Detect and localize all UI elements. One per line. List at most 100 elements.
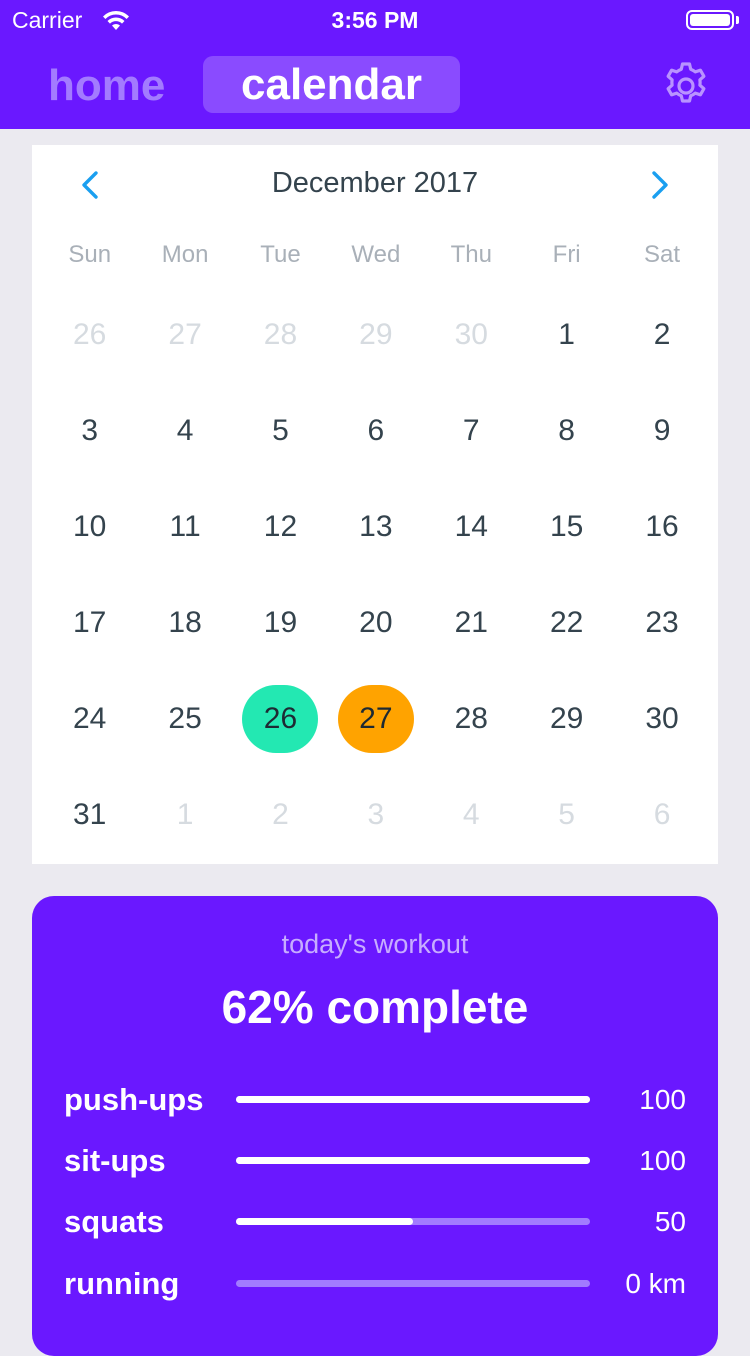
calendar-day[interactable]: 9 [614,383,709,479]
tab-home[interactable]: home [48,58,165,114]
calendar-day[interactable]: 10 [42,479,137,575]
exercise-row: running 0 km [32,1264,718,1304]
calendar-week: 24 25 26 27 28 29 30 [42,671,710,767]
calendar-day[interactable]: 17 [42,575,137,671]
calendar-day[interactable]: 5 [233,383,328,479]
calendar-day-outside[interactable]: 4 [424,767,519,863]
calendar-day-outside[interactable]: 5 [519,767,614,863]
weekday-label: Sat [644,241,681,268]
calendar-day[interactable]: 6 [328,383,423,479]
calendar-day-selected[interactable]: 26 [233,671,328,767]
calendar-week: 3 4 5 6 7 8 9 [42,383,710,479]
calendar-day-outside[interactable]: 28 [233,287,328,383]
day-number: 29 [549,702,584,735]
workout-status: 62% complete [221,981,529,1033]
progress-track [236,1096,590,1103]
calendar-day-outside[interactable]: 26 [42,287,137,383]
day-number: 26 [73,318,107,351]
day-number: 13 [359,510,393,543]
day-number: 23 [645,606,679,639]
day-number: 18 [168,606,202,639]
calendar-day-selected[interactable]: 27 [328,671,423,767]
day-number: 26 [242,685,319,753]
day-number: 31 [73,798,107,831]
calendar-day[interactable]: 29 [519,671,614,767]
day-number: 24 [73,702,107,735]
calendar-day[interactable]: 23 [614,575,709,671]
gear-icon[interactable] [660,60,712,112]
day-number: 5 [558,798,575,831]
day-number: 8 [558,414,575,447]
calendar-day[interactable]: 24 [42,671,137,767]
calendar-day[interactable]: 1 [519,287,614,383]
status-time: 3:56 PM [331,7,419,33]
calendar-day[interactable]: 3 [42,383,137,479]
calendar-day-outside[interactable]: 3 [328,767,423,863]
status-bar: Carrier 3:56 PM [0,0,750,40]
exercise-value: 100 [639,1084,686,1115]
calendar-day[interactable]: 19 [233,575,328,671]
day-number: 4 [462,798,480,831]
calendar-day[interactable]: 16 [614,479,709,575]
calendar-day[interactable]: 30 [614,671,709,767]
day-grid: 26 27 28 29 30 1 2 3 4 5 6 7 8 9 10 11 12 13 14 15 16 17 18 19 2… [42,287,710,863]
calendar-day[interactable]: 13 [328,479,423,575]
day-number: 6 [653,798,671,831]
chevron-right-icon[interactable] [644,168,674,202]
exercise-value: 50 [654,1206,686,1237]
tab-calendar[interactable]: calendar [203,56,460,113]
weekday-label: Sun [68,241,112,268]
battery-tip [736,16,739,24]
calendar-day[interactable]: 25 [137,671,232,767]
day-number: 30 [454,318,488,351]
progress-fill [236,1096,590,1103]
day-number: 12 [263,510,298,543]
calendar-day[interactable]: 31 [42,767,137,863]
day-number: 14 [454,510,488,543]
day-number: 4 [176,414,194,447]
battery-icon [686,10,734,30]
day-number: 22 [549,606,584,639]
day-number: 1 [558,318,575,351]
day-number: 5 [272,414,289,447]
calendar-week: 31 1 2 3 4 5 6 [42,767,710,863]
calendar-day[interactable]: 12 [233,479,328,575]
calendar-day[interactable]: 8 [519,383,614,479]
calendar-day-outside[interactable]: 27 [137,287,232,383]
day-number: 27 [337,685,414,753]
calendar-day-outside[interactable]: 1 [137,767,232,863]
calendar-day[interactable]: 11 [137,479,232,575]
calendar-day-outside[interactable]: 29 [328,287,423,383]
day-number: 28 [454,702,488,735]
day-number: 9 [653,414,671,447]
calendar-week: 10 11 12 13 14 15 16 [42,479,710,575]
progress-fill [236,1157,590,1164]
calendar-day[interactable]: 4 [137,383,232,479]
calendar-day[interactable]: 21 [424,575,519,671]
exercise-name: running [64,1266,180,1301]
calendar-day[interactable]: 18 [137,575,232,671]
calendar-day[interactable]: 20 [328,575,423,671]
weekday-label: Fri [552,241,581,268]
calendar-day[interactable]: 7 [424,383,519,479]
calendar-day[interactable]: 14 [424,479,519,575]
calendar: December 2017 Sun Mon Tue Wed Thu Fri Sa… [32,145,718,864]
day-number: 20 [359,606,393,639]
weekday-label: Wed [351,241,401,268]
calendar-day-outside[interactable]: 2 [233,767,328,863]
exercise-name: push-ups [64,1082,204,1117]
calendar-day[interactable]: 28 [424,671,519,767]
day-number: 11 [169,510,201,543]
calendar-day[interactable]: 2 [614,287,709,383]
weekday-label: Tue [260,241,301,268]
calendar-day[interactable]: 15 [519,479,614,575]
calendar-day[interactable]: 22 [519,575,614,671]
calendar-day-outside[interactable]: 30 [424,287,519,383]
day-number: 3 [81,414,99,447]
calendar-week: 26 27 28 29 30 1 2 [42,287,710,383]
day-number: 16 [645,510,679,543]
day-number: 15 [549,510,584,543]
calendar-week: 17 18 19 20 21 22 23 [42,575,710,671]
day-number: 6 [367,414,385,447]
calendar-day-outside[interactable]: 6 [614,767,709,863]
